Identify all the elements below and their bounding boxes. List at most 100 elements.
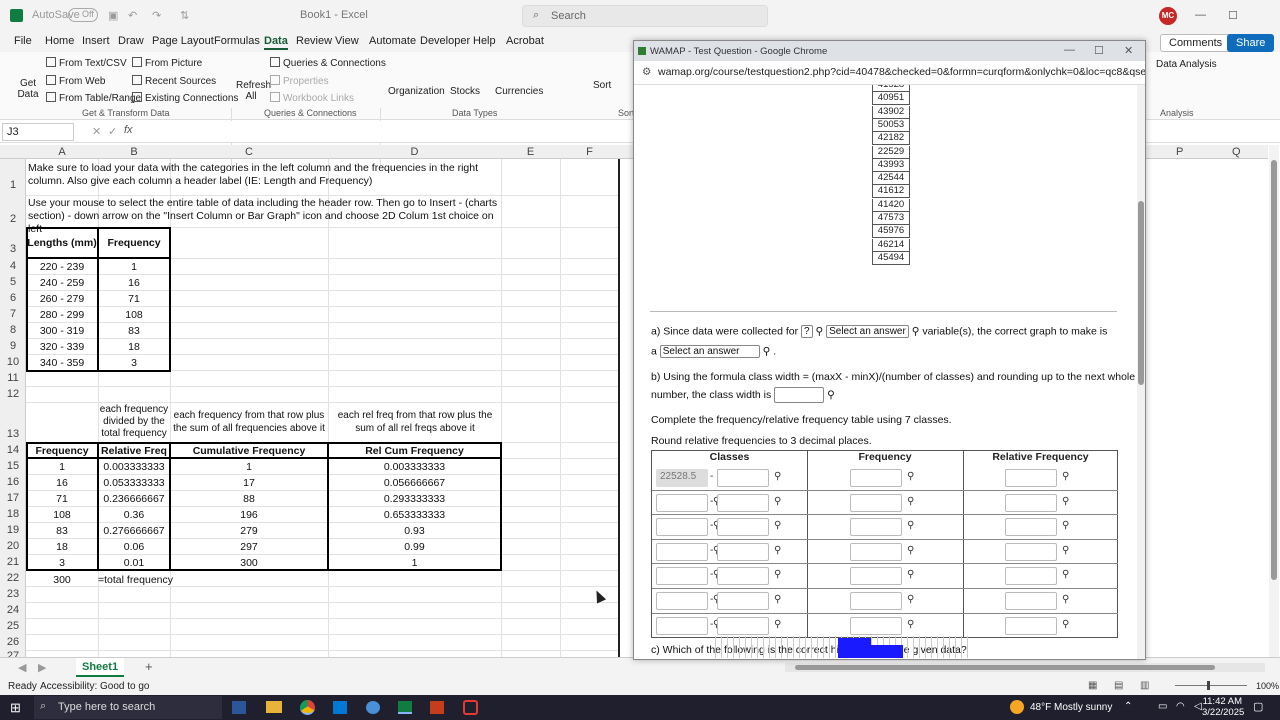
preview-icon[interactable]: ⚲ (907, 545, 914, 556)
tab-formulas[interactable]: Formulas (214, 35, 260, 47)
row-header[interactable]: 8 (0, 324, 26, 336)
relative-frequency-input[interactable] (1005, 592, 1057, 610)
relative-frequency-input[interactable] (1005, 567, 1057, 586)
rel-cum-frequency-cell[interactable]: 0.99 (328, 541, 501, 553)
chrome-close-icon[interactable]: ✕ (1124, 44, 1133, 57)
relative-freq-cell[interactable]: 0.236666667 (98, 493, 170, 505)
relative-freq-cell[interactable]: 0.003333333 (98, 461, 170, 473)
length-range-cell[interactable]: 300 - 319 (26, 325, 98, 337)
length-range-cell[interactable]: 260 - 279 (26, 293, 98, 305)
relative-freq-cell[interactable]: 0.01 (98, 557, 170, 569)
header-lengths[interactable]: Lengths (mm) (26, 237, 98, 249)
tab-automate[interactable]: Automate (369, 35, 416, 47)
windows-start-icon[interactable]: ⊞ (10, 700, 21, 716)
taskbar-search[interactable]: ⌕ Type here to search (34, 696, 222, 719)
undo-icon[interactable]: ↶ (128, 9, 137, 22)
tab-draw[interactable]: Draw (118, 35, 144, 47)
preview-icon[interactable]: ⚲ (774, 496, 781, 507)
cancel-icon[interactable]: ✕ (92, 125, 101, 138)
cumulative-frequency-cell[interactable]: 1 (170, 461, 328, 473)
horizontal-scrollbar[interactable] (785, 663, 1265, 672)
row-header[interactable]: 12 (0, 388, 26, 400)
row-header[interactable]: 23 (0, 588, 26, 600)
cumulative-frequency-cell[interactable]: 17 (170, 477, 328, 489)
outlook-icon[interactable] (333, 701, 347, 714)
sheet-tab[interactable]: Sheet1 (76, 658, 125, 677)
rel-cum-frequency-cell[interactable]: 0.93 (328, 525, 501, 537)
row-header[interactable]: 26 (0, 636, 26, 648)
row-header[interactable]: 11 (0, 372, 26, 384)
frequency-cell[interactable]: 108 (98, 309, 170, 321)
preview-icon[interactable]: ⚲ (1062, 545, 1069, 556)
relative-frequency-input[interactable] (1005, 616, 1057, 635)
page-layout-icon[interactable]: ▤ (1114, 680, 1123, 691)
note-b13[interactable]: each frequency divided by the total freq… (98, 404, 170, 440)
clock-time[interactable]: 11:42 AM (1202, 696, 1242, 707)
preview-icon[interactable]: ⚲ (1062, 520, 1069, 531)
frequency-input[interactable] (850, 469, 902, 487)
preview-icon[interactable]: ⚲ (909, 325, 923, 337)
relative-freq-cell[interactable]: 0.053333333 (98, 477, 170, 489)
network-icon[interactable]: ▭ (1158, 701, 1167, 712)
tab-acrobat[interactable]: Acrobat (506, 35, 544, 47)
relative-frequency-input[interactable] (1005, 518, 1057, 537)
class-upper-input[interactable] (717, 469, 769, 487)
get-data-button[interactable]: Get Data (14, 78, 42, 100)
preview-icon[interactable]: ⚲ (813, 325, 827, 337)
preview-icon[interactable]: ⚲ (907, 619, 914, 630)
sort-icon[interactable]: ⇅ (180, 9, 189, 22)
word-icon[interactable] (232, 701, 246, 714)
column-header[interactable]: P (1176, 146, 1183, 158)
preview-icon[interactable]: ⚲ (774, 545, 781, 556)
sort-button[interactable]: Sort (593, 80, 611, 91)
frequency-cell[interactable]: 71 (26, 493, 98, 505)
tab-insert[interactable]: Insert (82, 35, 110, 47)
frequency-input[interactable] (850, 493, 902, 512)
row-header[interactable]: 22 (0, 572, 26, 584)
cumulative-frequency-cell[interactable]: 279 (170, 525, 328, 537)
frequency-input[interactable] (850, 567, 902, 586)
relative-frequency-input[interactable] (1005, 493, 1057, 512)
tab-review[interactable]: Review (296, 35, 332, 47)
rel-cum-frequency-cell[interactable]: 1 (328, 557, 501, 569)
row-header[interactable]: 7 (0, 308, 26, 320)
fx-icon[interactable]: fx (124, 124, 133, 136)
frequency-cell[interactable]: 1 (98, 261, 170, 273)
total-label[interactable]: =total frequency (98, 574, 178, 586)
frequency-cell[interactable]: 16 (26, 477, 98, 489)
relative-freq-cell[interactable]: 0.276666667 (98, 525, 170, 537)
comments-button[interactable]: Comments (1160, 34, 1232, 52)
zoom-level[interactable]: 100% (1256, 681, 1279, 691)
clock-date[interactable]: 3/22/2025 (1202, 707, 1244, 718)
row-header[interactable]: 25 (0, 620, 26, 632)
header-rel-cum-frequency[interactable]: Rel Cum Frequency (328, 445, 501, 457)
site-info-icon[interactable]: ⚙ (642, 66, 651, 78)
chrome-scrollbar[interactable] (1137, 85, 1145, 659)
stocks-button[interactable]: Stocks (450, 86, 480, 97)
zoom-slider[interactable] (1175, 681, 1247, 690)
app-icon[interactable] (366, 701, 380, 714)
excel-icon[interactable] (398, 701, 412, 714)
properties-button[interactable]: Properties (270, 75, 329, 87)
class-upper-input[interactable] (717, 616, 769, 635)
column-header[interactable]: A (26, 146, 98, 158)
queries-connections-button[interactable]: Queries & Connections (270, 57, 386, 69)
frequency-input[interactable] (850, 518, 902, 537)
length-range-cell[interactable]: 340 - 359 (26, 357, 98, 369)
preview-icon[interactable]: ⚲ (774, 520, 781, 531)
row-header[interactable]: 18 (0, 508, 26, 520)
powerpoint-icon[interactable] (430, 701, 444, 714)
chrome-icon[interactable] (300, 700, 315, 715)
name-box[interactable]: J3 (2, 123, 74, 141)
search-box[interactable]: ⌕ Search (522, 5, 768, 27)
length-range-cell[interactable]: 240 - 259 (26, 277, 98, 289)
rel-cum-frequency-cell[interactable]: 0.653333333 (328, 509, 501, 521)
avatar[interactable]: MC (1159, 7, 1177, 25)
share-button[interactable]: Share (1227, 34, 1275, 52)
cumulative-frequency-cell[interactable]: 297 (170, 541, 328, 553)
column-header[interactable]: D (328, 146, 501, 158)
preview-icon[interactable]: ⚲ (1062, 594, 1069, 605)
frequency-cell[interactable]: 71 (98, 293, 170, 305)
preview-icon[interactable]: ⚲ (1062, 619, 1069, 630)
graph-type-select[interactable]: Select an answer (659, 345, 760, 358)
